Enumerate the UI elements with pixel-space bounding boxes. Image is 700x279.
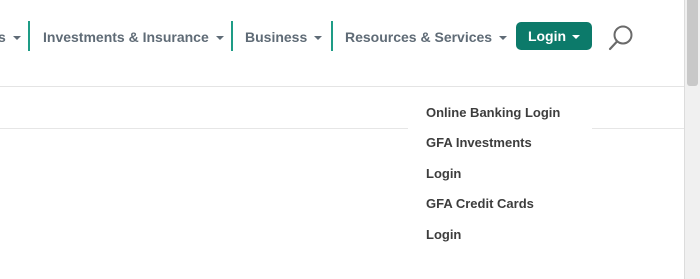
- nav-item-resources-services[interactable]: Resources & Services: [345, 28, 508, 46]
- main-nav-bar: s Investments & Insurance Business Resou…: [0, 0, 684, 87]
- page: s Investments & Insurance Business Resou…: [0, 0, 700, 279]
- login-button-label: Login: [527, 28, 567, 44]
- nav-divider: [231, 21, 233, 51]
- vertical-scrollbar[interactable]: [684, 0, 700, 279]
- nav-divider: [28, 21, 30, 51]
- caret-down-icon: [499, 36, 508, 40]
- login-button[interactable]: Login: [516, 22, 592, 50]
- nav-item-truncated[interactable]: s: [0, 28, 21, 46]
- menu-item-investments-login[interactable]: Login: [426, 166, 461, 184]
- nav-item-label: Business: [245, 29, 308, 45]
- menu-item-gfa-investments[interactable]: GFA Investments: [426, 135, 532, 153]
- caret-down-icon: [572, 35, 581, 39]
- scrollbar-thumb[interactable]: [687, 0, 698, 86]
- search-icon[interactable]: [606, 23, 636, 53]
- nav-divider: [331, 21, 333, 51]
- nav-item-label: Resources & Services: [345, 29, 493, 45]
- caret-down-icon: [12, 36, 21, 40]
- menu-item-online-banking-login[interactable]: Online Banking Login: [426, 105, 560, 123]
- nav-item-label: Investments & Insurance: [43, 29, 209, 45]
- caret-down-icon: [215, 36, 224, 40]
- login-dropdown-menu: Online Banking Login GFA Investments Log…: [408, 87, 592, 259]
- nav-item-business[interactable]: Business: [245, 28, 323, 46]
- nav-item-label: s: [0, 29, 6, 45]
- nav-item-investments-insurance[interactable]: Investments & Insurance: [43, 28, 224, 46]
- menu-item-credit-cards-login[interactable]: Login: [426, 227, 461, 245]
- menu-item-gfa-credit-cards[interactable]: GFA Credit Cards: [426, 196, 534, 214]
- caret-down-icon: [314, 36, 323, 40]
